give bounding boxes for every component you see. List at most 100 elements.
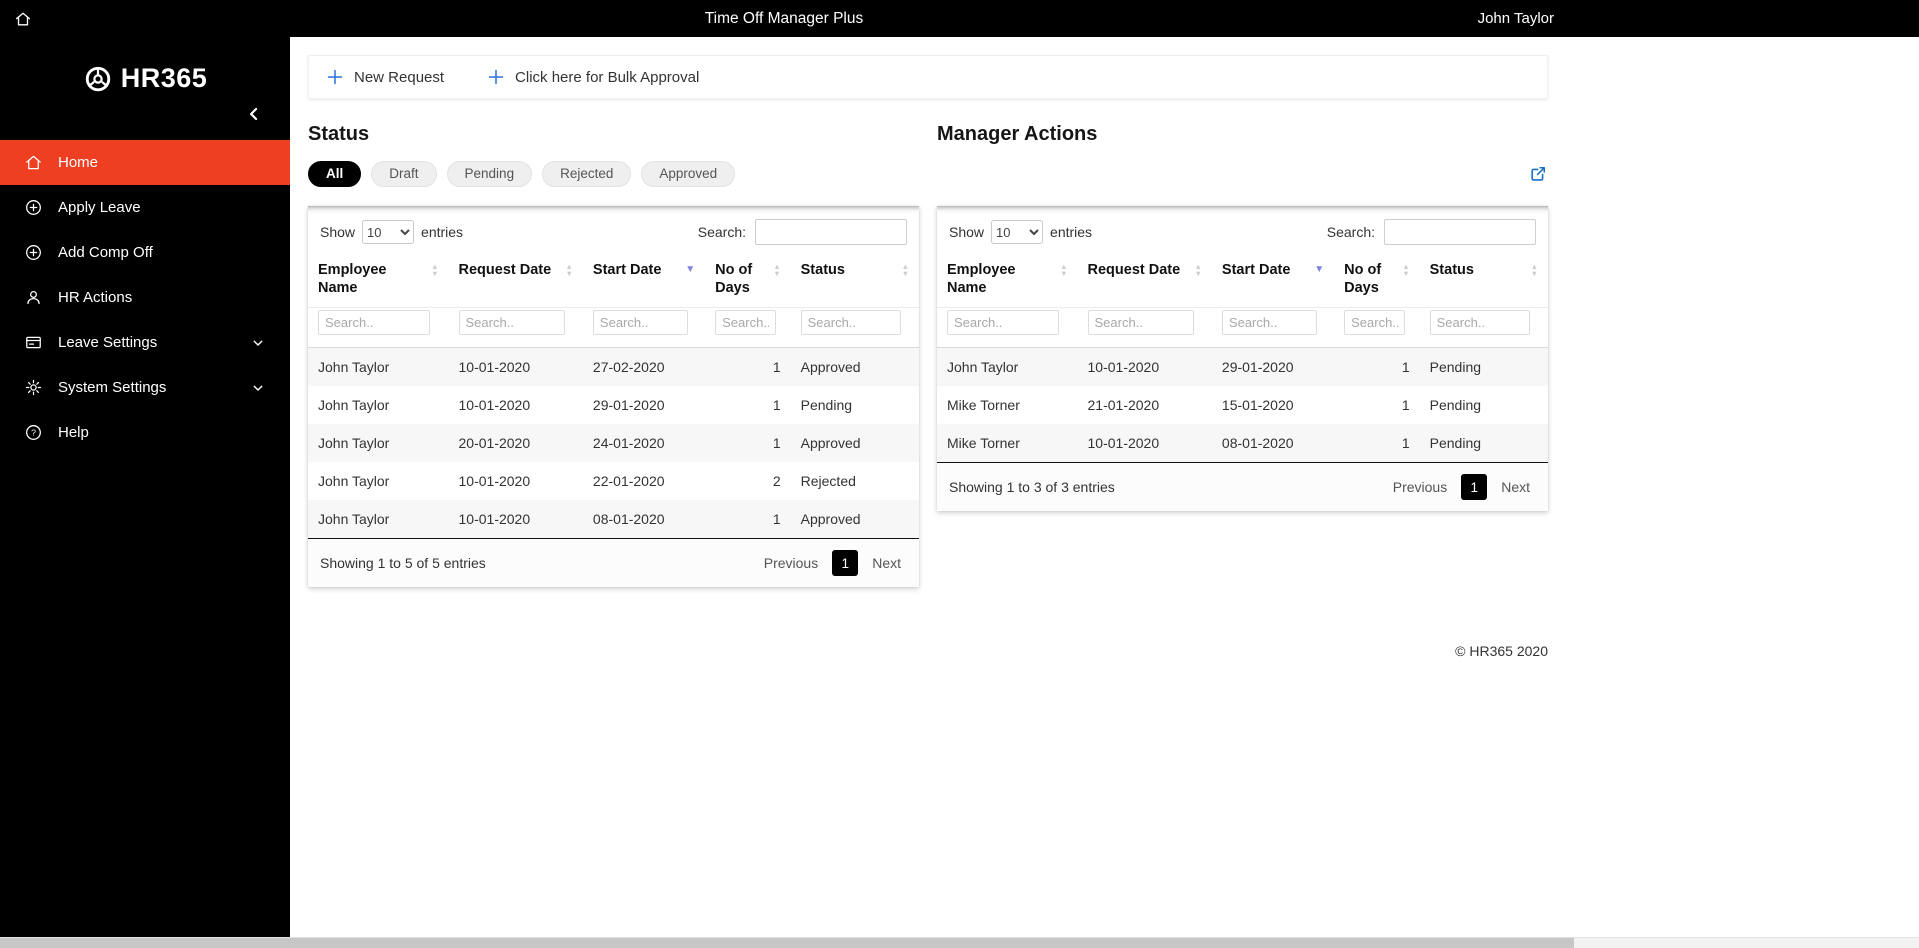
status-table-card: Show 10 entries Search: Employee Name ▲ … [308, 206, 919, 588]
column-search-start-date[interactable] [1221, 310, 1317, 336]
column-header-no-of-days[interactable]: No of Days ▲ ▼ [1334, 255, 1420, 309]
cell-no-of-days: 1 [1401, 397, 1410, 414]
chevron-left-icon [250, 107, 258, 121]
manager-table-card: Show 10 entries Search: Employee Name ▲ … [937, 206, 1548, 512]
collapse-sidebar-button[interactable] [244, 104, 264, 124]
pagination: Previous 1 Next [1387, 474, 1536, 501]
table-row[interactable]: John Taylor 10-01-2020 27-02-2020 1 Appr… [308, 347, 919, 387]
column-header-request-date[interactable]: Request Date ▲ ▼ [1077, 255, 1212, 309]
page-size-select[interactable]: 10 [362, 220, 415, 244]
gear-icon [24, 378, 43, 397]
app-title: Time Off Manager Plus [704, 9, 864, 27]
column-header-status[interactable]: Status ▲ ▼ [790, 255, 919, 309]
scrollbar-thumb[interactable] [0, 938, 1574, 948]
pagination-previous[interactable]: Previous [1387, 475, 1453, 499]
column-header-employee-name[interactable]: Employee Name ▲ ▼ [308, 255, 449, 309]
cell-request-date: 21-01-2020 [1087, 397, 1160, 414]
sort-desc-icon: ▼ [685, 264, 696, 275]
column-search-request-date[interactable] [1087, 310, 1194, 336]
filter-button-pending[interactable]: Pending [446, 161, 533, 187]
column-header-start-date[interactable]: Start Date ▼ [582, 255, 706, 309]
home-icon[interactable] [14, 10, 32, 28]
table-row[interactable]: John Taylor 10-01-2020 22-01-2020 2 Reje… [308, 462, 919, 501]
sidebar-item-leave-settings[interactable]: Leave Settings [0, 320, 290, 365]
table-row[interactable]: John Taylor 10-01-2020 29-01-2020 1 Pend… [937, 347, 1548, 387]
search-label: Search: [1326, 224, 1375, 240]
cell-request-date: 10-01-2020 [1087, 435, 1160, 452]
topbar-user[interactable]: John Taylor [1478, 10, 1554, 27]
sidebar-item-apply-leave[interactable]: Apply Leave [0, 185, 290, 230]
cell-status: Pending [1429, 397, 1482, 414]
svg-text:?: ? [31, 428, 36, 438]
cell-status: Approved [800, 511, 861, 528]
column-search-status[interactable] [800, 310, 902, 336]
column-search-employee-name[interactable] [318, 310, 431, 336]
cell-status: Rejected [800, 473, 856, 490]
cell-start-date: 29-01-2020 [1221, 359, 1294, 376]
column-header-status[interactable]: Status ▲ ▼ [1419, 255, 1548, 309]
page-size-select[interactable]: 10 [991, 220, 1044, 244]
cell-employee-name: John Taylor [318, 435, 390, 452]
table-row[interactable]: Mike Torner 10-01-2020 08-01-2020 1 Pend… [937, 424, 1548, 463]
sidebar-item-home[interactable]: Home [0, 140, 290, 185]
sidebar-item-hr-actions[interactable]: HR Actions [0, 275, 290, 320]
table-search-input[interactable] [1384, 219, 1536, 245]
table-row[interactable]: Mike Torner 21-01-2020 15-01-2020 1 Pend… [937, 386, 1548, 425]
table-search-input[interactable] [755, 219, 907, 245]
cell-no-of-days: 1 [1401, 359, 1410, 376]
pagination-page-1[interactable]: 1 [832, 550, 859, 577]
column-search-no-of-days[interactable] [715, 310, 777, 336]
bulk-approval-button[interactable]: Click here for Bulk Approval [488, 69, 699, 86]
column-search-start-date[interactable] [592, 310, 688, 336]
topbar: Time Off Manager Plus John Taylor [0, 0, 1919, 37]
cell-status: Pending [800, 397, 853, 414]
column-header-start-date[interactable]: Start Date ▼ [1211, 255, 1335, 309]
column-search-no-of-days[interactable] [1344, 310, 1406, 336]
manager-panel-title: Manager Actions [937, 123, 1098, 145]
table-row[interactable]: John Taylor 10-01-2020 29-01-2020 1 Pend… [308, 386, 919, 425]
cell-start-date: 15-01-2020 [1221, 397, 1294, 414]
pagination-page-1[interactable]: 1 [1461, 474, 1488, 501]
pagination-next[interactable]: Next [1495, 475, 1536, 499]
cell-request-date: 10-01-2020 [458, 473, 531, 490]
show-label: Show [320, 224, 356, 240]
column-header-no-of-days[interactable]: No of Days ▲ ▼ [705, 255, 791, 309]
pagination-previous[interactable]: Previous [758, 551, 824, 575]
column-search-request-date[interactable] [458, 310, 565, 336]
entries-label: entries [421, 224, 464, 240]
cell-request-date: 10-01-2020 [458, 359, 531, 376]
copyright: © HR365 2020 [1455, 643, 1548, 660]
sort-desc-icon: ▼ [1314, 264, 1325, 275]
column-header-employee-name[interactable]: Employee Name ▲ ▼ [937, 255, 1078, 309]
cell-employee-name: John Taylor [318, 511, 390, 528]
chevron-down-icon[interactable] [250, 380, 266, 396]
cell-status: Approved [800, 435, 861, 452]
table-row[interactable]: John Taylor 10-01-2020 08-01-2020 1 Appr… [308, 500, 919, 539]
chevron-down-icon[interactable] [250, 335, 266, 351]
sidebar-item-system-settings[interactable]: System Settings [0, 365, 290, 410]
sort-icon: ▲ ▼ [1530, 262, 1538, 278]
sidebar-item-help[interactable]: ? Help [0, 410, 290, 455]
cell-employee-name: John Taylor [318, 397, 390, 414]
column-search-status[interactable] [1429, 310, 1531, 336]
manager-table: Employee Name ▲ ▼ Request Date ▲ ▼ Start Dat… [937, 255, 1548, 464]
horizontal-scrollbar[interactable] [0, 937, 1919, 948]
filter-button-approved[interactable]: Approved [641, 161, 736, 187]
filter-button-rejected[interactable]: Rejected [542, 161, 632, 187]
new-request-button[interactable]: New Request [327, 69, 444, 86]
pagination-next[interactable]: Next [866, 551, 907, 575]
open-external-link-icon[interactable] [1528, 164, 1548, 184]
table-info: Showing 1 to 5 of 5 entries [320, 555, 486, 572]
cell-employee-name: Mike Torner [947, 397, 1020, 414]
cell-no-of-days: 1 [772, 435, 781, 452]
filter-button-draft[interactable]: Draft [371, 161, 437, 187]
cell-employee-name: John Taylor [318, 473, 390, 490]
cell-status: Pending [1429, 435, 1482, 452]
sidebar-item-add-comp-off[interactable]: Add Comp Off [0, 230, 290, 275]
cell-status: Approved [800, 359, 861, 376]
table-row[interactable]: John Taylor 20-01-2020 24-01-2020 1 Appr… [308, 424, 919, 463]
cell-start-date: 08-01-2020 [592, 511, 665, 528]
column-header-request-date[interactable]: Request Date ▲ ▼ [448, 255, 583, 309]
filter-button-all[interactable]: All [308, 161, 362, 187]
column-search-employee-name[interactable] [947, 310, 1060, 336]
